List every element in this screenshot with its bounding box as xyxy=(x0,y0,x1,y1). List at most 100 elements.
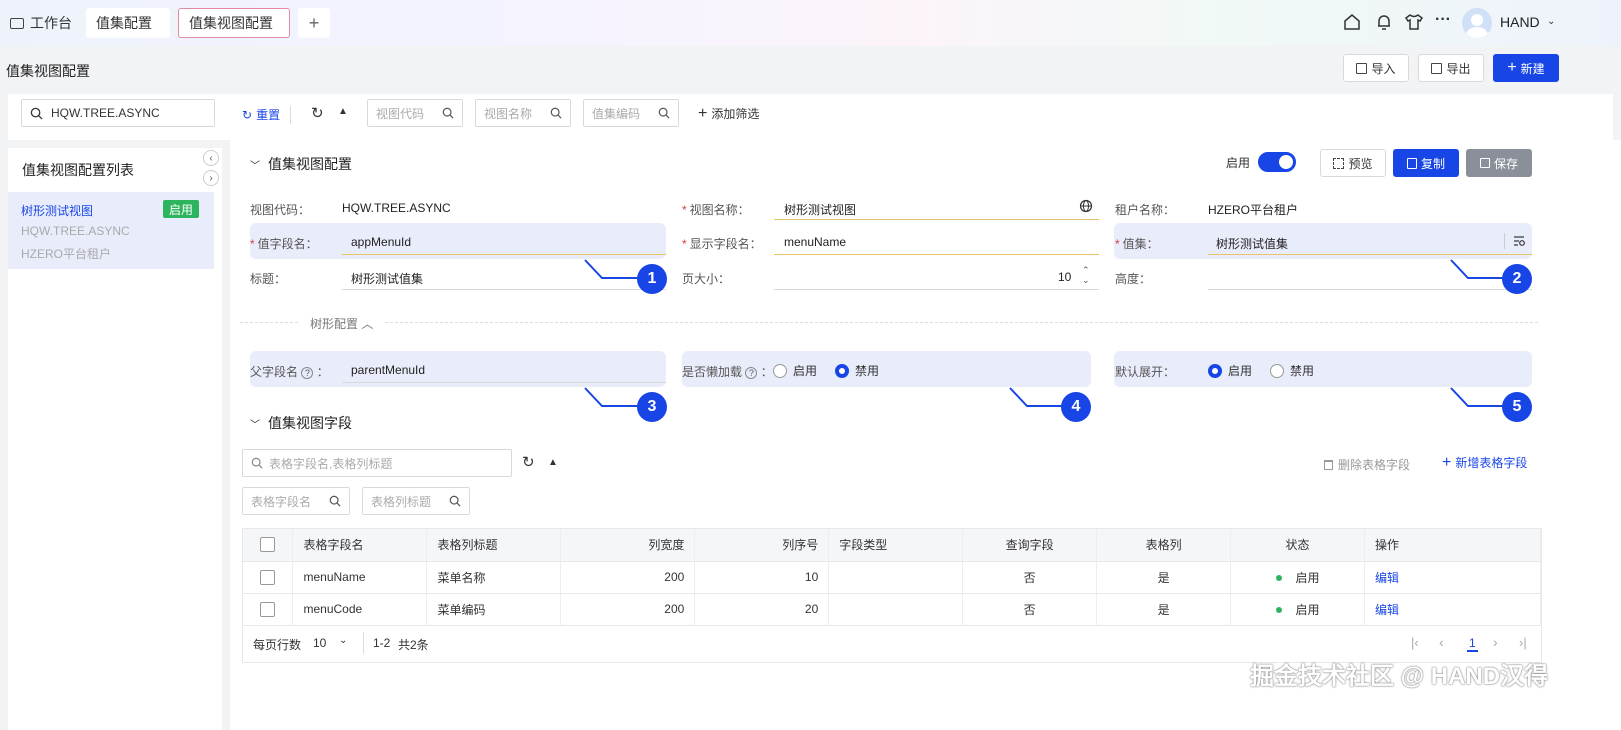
avatar[interactable] xyxy=(1462,8,1492,38)
new-button[interactable]: + 新建 xyxy=(1493,54,1559,82)
user-name[interactable]: HAND xyxy=(1500,14,1540,30)
add-field-button[interactable]: + 新增表格字段 xyxy=(1442,454,1527,471)
display-field-underline xyxy=(774,254,1099,255)
fields-section-header[interactable]: ﹀ 值集视图字段 xyxy=(250,413,352,433)
value-field-input[interactable]: appMenuId xyxy=(351,235,411,249)
collapse-icon[interactable]: ▲ xyxy=(338,106,348,117)
lazy-load-label-wrap: 是否懒加载 ? ： xyxy=(682,365,773,379)
page-size-select[interactable]: 10 xyxy=(313,636,326,650)
save-button[interactable]: 保存 xyxy=(1466,149,1532,177)
cell-type xyxy=(828,561,964,594)
total-text: 共2条 xyxy=(398,637,429,652)
list-item[interactable]: 树形测试视图 启用 HQW.TREE.ASYNC HZERO平台租户 xyxy=(8,192,214,269)
last-page-icon[interactable]: ›| xyxy=(1519,635,1527,650)
edit-link[interactable]: 编辑 xyxy=(1375,571,1399,585)
valueset-input[interactable]: 树形测试值集 xyxy=(1216,235,1288,252)
section-header[interactable]: ﹀ 值集视图配置 xyxy=(250,154,352,174)
parent-field-input[interactable]: parentMenuId xyxy=(351,363,425,377)
view-name-input[interactable]: 树形测试视图 xyxy=(784,201,856,218)
add-tab-button[interactable]: + xyxy=(298,8,330,38)
search-icon xyxy=(658,107,670,119)
home-icon[interactable] xyxy=(1342,12,1362,32)
chevron-down-icon[interactable]: ⌄ xyxy=(1547,16,1555,27)
import-button[interactable]: 导入 xyxy=(1343,54,1409,82)
search-icon xyxy=(329,495,341,507)
col-header[interactable]: 状态 xyxy=(1230,529,1366,562)
valueset-code-filter[interactable]: 值集编码 xyxy=(583,99,679,127)
export-button[interactable]: 导出 xyxy=(1418,54,1484,82)
view-name-filter[interactable]: 视图名称 xyxy=(475,99,571,127)
view-code-filter[interactable]: 视图代码 xyxy=(367,99,463,127)
tab-valueset-label: 值集配置 xyxy=(96,15,152,31)
trash-icon xyxy=(1324,459,1333,470)
tab-viewconfig[interactable]: 值集视图配置 xyxy=(178,8,290,38)
title-label: 标题： xyxy=(250,272,287,286)
help-icon[interactable]: ? xyxy=(745,367,758,379)
row-checkbox[interactable] xyxy=(260,601,276,617)
col-header[interactable]: 表格列标题 xyxy=(426,529,562,562)
copy-button[interactable]: 复制 xyxy=(1393,149,1459,177)
callout-badge-4: 4 xyxy=(1061,392,1091,422)
col-header[interactable]: 字段类型 xyxy=(828,529,964,562)
help-icon[interactable]: ? xyxy=(301,367,314,379)
fields-search-input[interactable]: 表格字段名,表格列标题 xyxy=(242,449,512,477)
refresh-icon[interactable]: ↻ xyxy=(311,104,324,122)
preview-button[interactable]: 预览 xyxy=(1320,149,1386,177)
add-filter-button[interactable]: + 添加筛选 xyxy=(698,105,759,122)
page-1[interactable]: 1 xyxy=(1467,636,1478,652)
first-page-icon[interactable]: |‹ xyxy=(1411,635,1419,650)
search-input[interactable]: HQW.TREE.ASYNC xyxy=(21,99,215,127)
divider xyxy=(290,106,291,124)
tab-workbench[interactable]: 工作台 xyxy=(0,8,82,38)
search-icon xyxy=(442,107,454,119)
chevron-left-icon[interactable]: ‹ xyxy=(203,150,219,166)
enable-toggle[interactable] xyxy=(1258,152,1296,172)
col-header[interactable]: 查询字段 xyxy=(962,529,1098,562)
callout-line xyxy=(1450,259,1504,279)
refresh-icon[interactable]: ↻ xyxy=(522,453,535,471)
col-header[interactable]: 列序号 xyxy=(694,529,830,562)
col-header[interactable]: 列宽度 xyxy=(560,529,696,562)
import-icon xyxy=(1356,62,1368,74)
more-icon[interactable]: ··· xyxy=(1435,11,1451,29)
lazy-enable-radio[interactable] xyxy=(773,363,787,378)
chevron-right-icon[interactable]: › xyxy=(203,170,219,186)
tab-valueset[interactable]: 值集配置 xyxy=(86,8,170,38)
field-name-filter[interactable]: 表格字段名 xyxy=(242,487,350,515)
chevron-down-icon[interactable]: ⌄ xyxy=(339,635,347,646)
page-size-input[interactable]: 10 xyxy=(1058,270,1071,284)
table-row[interactable]: menuName 菜单名称 200 10 否 是 启用 编辑 xyxy=(243,561,1541,594)
delete-field-button[interactable]: 删除表格字段 xyxy=(1324,456,1410,473)
display-field-input[interactable]: menuName xyxy=(784,235,846,249)
tree-config-toggle[interactable]: 树形配置 ︿ xyxy=(300,315,384,332)
monitor-icon xyxy=(10,17,24,29)
collapse-icon[interactable]: ▲ xyxy=(548,457,558,468)
table-row[interactable]: menuCode 菜单编码 200 20 否 是 启用 编辑 xyxy=(243,593,1541,626)
col-title-placeholder: 表格列标题 xyxy=(371,494,432,509)
expand-disable-radio[interactable] xyxy=(1270,363,1285,378)
lazy-disable-radio[interactable] xyxy=(835,363,850,378)
next-page-icon[interactable]: › xyxy=(1493,634,1498,650)
view-code-placeholder: 视图代码 xyxy=(376,106,425,121)
cell-col: 是 xyxy=(1096,593,1232,626)
reset-button[interactable]: ↻ 重置 xyxy=(242,106,280,123)
row-checkbox[interactable] xyxy=(260,569,276,585)
list-item-name: 树形测试视图 xyxy=(21,204,94,218)
col-title-filter[interactable]: 表格列标题 xyxy=(362,487,470,515)
edit-link[interactable]: 编辑 xyxy=(1375,603,1399,617)
title-input[interactable]: 树形测试值集 xyxy=(351,270,423,287)
list-search-icon[interactable] xyxy=(1512,234,1526,248)
expand-enable-radio[interactable] xyxy=(1208,363,1222,378)
stepper-icon[interactable]: ⌃ ⌄ xyxy=(1082,265,1090,285)
bell-icon[interactable] xyxy=(1374,12,1394,32)
col-header[interactable]: 操作 xyxy=(1364,529,1541,562)
parent-field-label-wrap: 父字段名 ? ： xyxy=(250,365,329,379)
col-header[interactable]: 表格字段名 xyxy=(292,529,428,562)
col-header[interactable]: 表格列 xyxy=(1096,529,1232,562)
view-name-label-wrap: * 视图名称： xyxy=(682,203,750,217)
shirt-icon[interactable] xyxy=(1404,12,1424,32)
select-all-checkbox[interactable] xyxy=(260,537,276,553)
globe-icon[interactable] xyxy=(1079,199,1093,213)
prev-page-icon[interactable]: ‹ xyxy=(1439,634,1444,650)
value-field-underline xyxy=(342,254,666,255)
